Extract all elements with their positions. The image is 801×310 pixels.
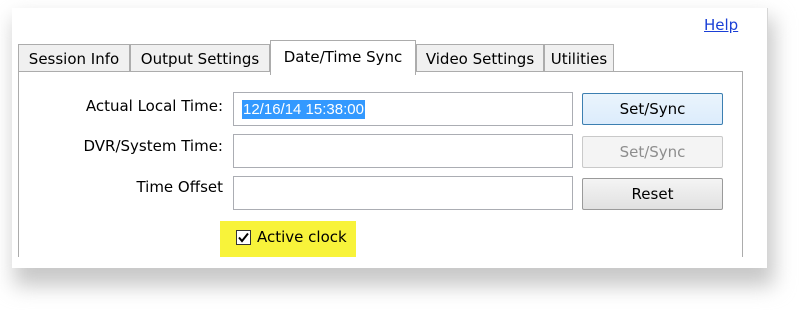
help-link[interactable]: Help: [704, 16, 738, 34]
set-sync-button[interactable]: Set/Sync: [582, 93, 723, 125]
tab-date-time-sync[interactable]: Date/Time Sync: [270, 40, 416, 75]
active-clock-checkbox[interactable]: [236, 230, 251, 245]
tab-utilities[interactable]: Utilities: [544, 44, 614, 72]
reset-button[interactable]: Reset: [582, 178, 723, 210]
dvr-system-time-label: DVR/System Time:: [83, 137, 224, 155]
actual-local-time-field[interactable]: 12/16/14 15:38:00: [233, 92, 573, 126]
actual-local-time-value: 12/16/14 15:38:00: [242, 100, 365, 119]
time-offset-label: Time Offset: [136, 178, 223, 196]
active-clock-label[interactable]: Active clock: [257, 228, 347, 246]
actual-local-time-label: Actual Local Time:: [85, 97, 223, 115]
tab-video-settings[interactable]: Video Settings: [416, 44, 544, 72]
set-sync-disabled-button: Set/Sync: [582, 136, 723, 168]
checkmark-icon: [238, 232, 249, 243]
dvr-system-time-field[interactable]: [233, 134, 573, 168]
time-offset-field[interactable]: [233, 176, 573, 210]
tab-session-info[interactable]: Session Info: [18, 44, 130, 72]
tab-output-settings[interactable]: Output Settings: [130, 44, 270, 72]
